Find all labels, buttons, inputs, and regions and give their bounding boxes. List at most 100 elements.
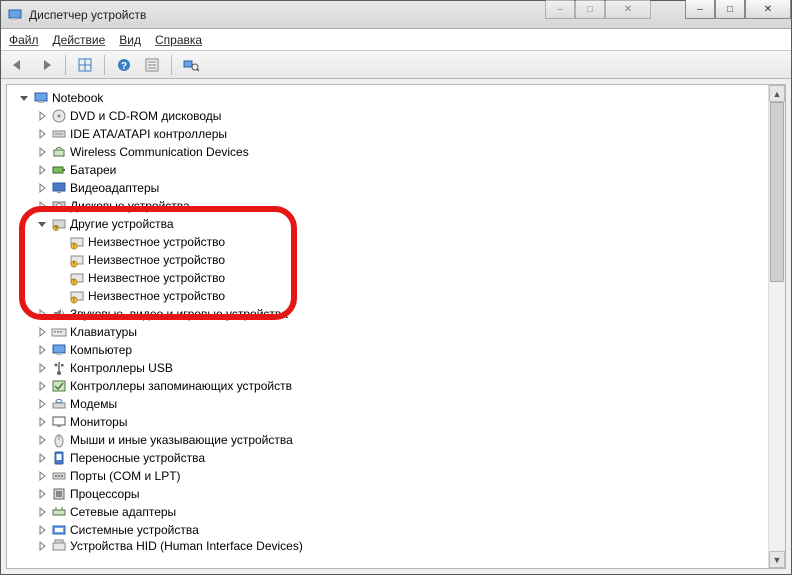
tree-node-label: Неизвестное устройство <box>88 289 225 303</box>
menu-help[interactable]: Справка <box>155 33 202 47</box>
port-icon <box>51 468 67 484</box>
shadow-window-buttons: – □ ✕ <box>545 0 651 19</box>
expander-icon[interactable] <box>35 451 49 465</box>
tree-node[interactable]: Сетевые адаптеры <box>9 503 768 521</box>
tree-node-label: Звуковые, видео и игровые устройства <box>70 307 288 321</box>
ide-icon <box>51 126 67 142</box>
forward-button[interactable] <box>35 54 57 76</box>
tree-node-label: Системные устройства <box>70 523 199 537</box>
tree-node[interactable]: Батареи <box>9 161 768 179</box>
tree-node[interactable]: Мыши и иные указывающие устройства <box>9 431 768 449</box>
tree-node[interactable]: IDE ATA/ATAPI контроллеры <box>9 125 768 143</box>
unknown-icon: ! <box>69 270 85 286</box>
tree-node[interactable]: !Неизвестное устройство <box>9 287 768 305</box>
scroll-down-button[interactable]: ▼ <box>769 551 785 568</box>
tree-node[interactable]: DVD и CD-ROM дисководы <box>9 107 768 125</box>
tree-node[interactable]: Мониторы <box>9 413 768 431</box>
minimize-button[interactable]: – <box>685 0 715 19</box>
tree-node[interactable]: Системные устройства <box>9 521 768 539</box>
toolbar-separator <box>171 55 172 75</box>
expander-icon[interactable] <box>35 523 49 537</box>
tree-node-label: Процессоры <box>70 487 140 501</box>
scan-button[interactable] <box>180 54 202 76</box>
expander-icon[interactable] <box>35 127 49 141</box>
expander-icon[interactable] <box>35 325 49 339</box>
menu-action[interactable]: Действие <box>53 33 106 47</box>
tree-node[interactable]: Модемы <box>9 395 768 413</box>
tree-node[interactable]: Порты (COM и LPT) <box>9 467 768 485</box>
tree-node-label: Порты (COM и LPT) <box>70 469 181 483</box>
help-button[interactable]: ? <box>113 54 135 76</box>
properties-button[interactable] <box>141 54 163 76</box>
expander-icon[interactable] <box>35 415 49 429</box>
tree-node[interactable]: !Неизвестное устройство <box>9 269 768 287</box>
tree-node-label: Батареи <box>70 163 116 177</box>
tree-node-label: Wireless Communication Devices <box>70 145 249 159</box>
tree-node[interactable]: Контроллеры запоминающих устройств <box>9 377 768 395</box>
expander-icon[interactable] <box>35 539 49 553</box>
expander-icon[interactable] <box>35 181 49 195</box>
tree-node[interactable]: Переносные устройства <box>9 449 768 467</box>
expander-placeholder <box>53 289 67 303</box>
back-button[interactable] <box>7 54 29 76</box>
tree-node[interactable]: Звуковые, видео и игровые устройства <box>9 305 768 323</box>
tree-node[interactable]: Notebook <box>9 89 768 107</box>
maximize-button[interactable]: □ <box>715 0 745 19</box>
tree-node[interactable]: Дисковые устройства <box>9 197 768 215</box>
expander-icon[interactable] <box>35 217 49 231</box>
tree-node[interactable]: !Неизвестное устройство <box>9 251 768 269</box>
device-tree[interactable]: NotebookDVD и CD-ROM дисководыIDE ATA/AT… <box>7 85 768 568</box>
menu-file[interactable]: Файл <box>9 33 39 47</box>
expander-placeholder <box>53 271 67 285</box>
tree-node[interactable]: Видеоадаптеры <box>9 179 768 197</box>
system-icon <box>51 522 67 538</box>
grid-icon <box>78 58 92 72</box>
tree-node-label: Неизвестное устройство <box>88 271 225 285</box>
toolbar-separator <box>104 55 105 75</box>
expander-icon[interactable] <box>35 397 49 411</box>
scroll-thumb[interactable] <box>770 102 784 282</box>
toolbar-separator <box>65 55 66 75</box>
expander-icon[interactable] <box>35 487 49 501</box>
expander-icon[interactable] <box>35 469 49 483</box>
expander-icon[interactable] <box>35 199 49 213</box>
close-button[interactable]: ✕ <box>745 0 791 19</box>
titlebar[interactable]: Диспетчер устройств – □ ✕ – □ ✕ <box>1 1 791 29</box>
expander-icon[interactable] <box>35 163 49 177</box>
tree-node[interactable]: Wireless Communication Devices <box>9 143 768 161</box>
toolbar: ? <box>1 51 791 79</box>
expander-icon[interactable] <box>35 343 49 357</box>
expander-icon[interactable] <box>35 307 49 321</box>
arrow-left-icon <box>11 59 25 71</box>
tree-node[interactable]: Контроллеры USB <box>9 359 768 377</box>
tree-node-label: Устройства HID (Human Interface Devices) <box>70 539 303 553</box>
expander-icon[interactable] <box>35 109 49 123</box>
tree-node[interactable]: Клавиатуры <box>9 323 768 341</box>
expander-icon[interactable] <box>35 379 49 393</box>
show-hidden-button[interactable] <box>74 54 96 76</box>
shadow-maximize-button: □ <box>575 0 605 19</box>
tree-node[interactable]: !Неизвестное устройство <box>9 233 768 251</box>
expander-icon[interactable] <box>17 91 31 105</box>
expander-icon[interactable] <box>35 505 49 519</box>
tree-node-label: Модемы <box>70 397 117 411</box>
expander-icon[interactable] <box>35 361 49 375</box>
tree-node[interactable]: ?Другие устройства <box>9 215 768 233</box>
shadow-minimize-button: – <box>545 0 575 19</box>
vertical-scrollbar[interactable]: ▲ ▼ <box>768 85 785 568</box>
tree-node-label: Контроллеры USB <box>70 361 173 375</box>
expander-icon[interactable] <box>35 145 49 159</box>
tree-node[interactable]: Устройства HID (Human Interface Devices) <box>9 539 768 553</box>
wireless-icon <box>51 144 67 160</box>
expander-icon[interactable] <box>35 433 49 447</box>
app-icon <box>7 7 23 23</box>
tree-node[interactable]: Процессоры <box>9 485 768 503</box>
tree-node[interactable]: Компьютер <box>9 341 768 359</box>
arrow-right-icon <box>39 59 53 71</box>
device-manager-window: Диспетчер устройств – □ ✕ – □ ✕ Файл Дей… <box>0 0 792 575</box>
other-icon: ? <box>51 216 67 232</box>
scan-icon <box>183 58 199 72</box>
shadow-close-button: ✕ <box>605 0 651 19</box>
menu-view[interactable]: Вид <box>119 33 141 47</box>
scroll-up-button[interactable]: ▲ <box>769 85 785 102</box>
